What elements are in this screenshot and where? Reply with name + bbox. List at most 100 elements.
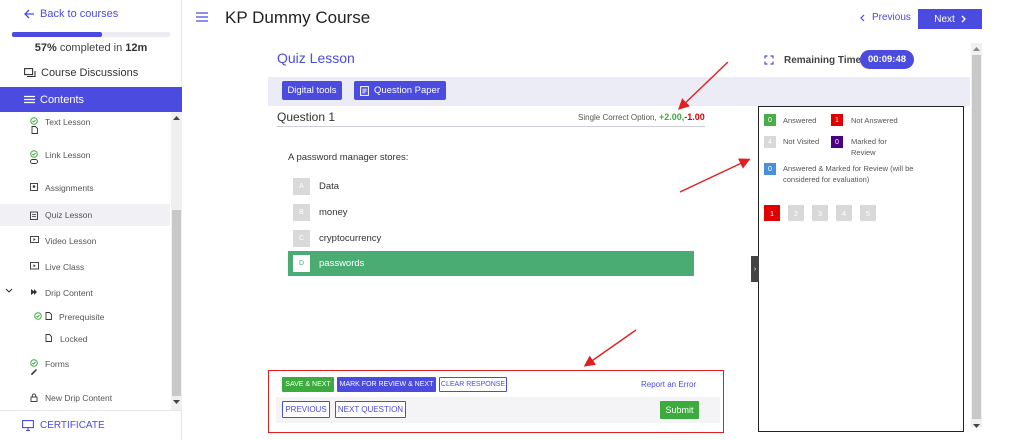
mark-review-next-button[interactable]: MARK FOR REVIEW & NEXT [337, 377, 436, 392]
check-icon [34, 312, 42, 320]
question-number[interactable]: 5 [860, 205, 876, 221]
scroll-up-icon[interactable] [973, 46, 980, 51]
legend-label: Not Answered [851, 115, 898, 125]
option-letter: A [293, 178, 310, 195]
lesson-label: Live Class [45, 262, 85, 272]
course-discussions-label: Course Discussions [41, 67, 139, 79]
legend-label: Marked for Review [851, 137, 887, 157]
quiz-icon [27, 211, 41, 220]
legend-label: Not Visited [783, 137, 820, 146]
lesson-item-locked[interactable]: Locked [0, 334, 170, 348]
previous-link[interactable]: Previous [860, 12, 911, 23]
option-c[interactable]: Ccryptocurrency [288, 226, 694, 251]
next-label: Next [934, 13, 955, 25]
lesson-item-drip-content[interactable]: Drip Content [0, 288, 170, 302]
question-paper-label: Question Paper [373, 85, 440, 96]
course-discussions-item[interactable]: Course Discussions [0, 60, 182, 86]
drip-icon [27, 288, 41, 296]
scroll-up-icon[interactable] [173, 115, 180, 120]
back-to-courses-link[interactable]: Back to courses [24, 8, 118, 20]
lesson-item-link[interactable]: Link Lesson [0, 150, 170, 174]
chevron-left-icon [860, 14, 865, 22]
negative-marks: -1.00 [684, 112, 705, 122]
lesson-label: Link Lesson [45, 150, 91, 160]
chevron-down-icon[interactable] [5, 288, 17, 294]
question-paper-button[interactable]: Question Paper [354, 81, 446, 100]
quiz-name: Quiz Lesson [277, 50, 355, 66]
next-question-button[interactable]: NEXT QUESTION [335, 401, 406, 418]
chevron-right-icon: › [753, 265, 757, 273]
fullscreen-icon[interactable] [764, 55, 774, 65]
lesson-label: New Drip Content [45, 393, 113, 403]
contents-label: Contents [40, 93, 85, 106]
certificate-item[interactable]: CERTIFICATE [0, 410, 182, 440]
report-error-link[interactable]: Report an Error [641, 380, 696, 389]
lesson-item-prerequisite[interactable]: Prerequisite [0, 312, 170, 326]
remaining-time-label: Remaining Time: [784, 55, 865, 66]
legend-count: 0 [831, 136, 843, 148]
option-d[interactable]: Dpasswords [288, 251, 694, 276]
question-number[interactable]: 2 [788, 205, 804, 221]
lock-icon [27, 393, 41, 402]
question-number[interactable]: 4 [836, 205, 852, 221]
option-text: cryptocurrency [319, 233, 382, 244]
divider [277, 126, 705, 127]
lesson-item-assignments[interactable]: Assignments [0, 183, 170, 197]
option-text: Data [319, 181, 340, 192]
lesson-item-video[interactable]: Video Lesson [0, 236, 170, 250]
course-title: KP Dummy Course [225, 8, 371, 27]
option-text: money [319, 207, 348, 218]
next-button[interactable]: Next [918, 9, 982, 29]
option-a[interactable]: A Data [288, 174, 694, 199]
remaining-time-badge: 00:09:48 [860, 50, 914, 69]
document-icon [45, 334, 52, 342]
lesson-item-forms[interactable]: Forms [0, 359, 170, 379]
live-class-icon [27, 262, 41, 270]
palette-toggle-button[interactable]: › [751, 256, 759, 282]
question-title: Question 1 [277, 110, 336, 124]
lesson-item-text[interactable]: Text Lesson [0, 117, 170, 141]
submit-button[interactable]: Submit [660, 401, 699, 419]
contents-item[interactable]: Contents [0, 87, 182, 112]
certificate-icon [22, 420, 34, 431]
hamburger-menu-icon[interactable] [196, 12, 208, 22]
scroll-down-icon[interactable] [973, 424, 980, 429]
question-number[interactable]: 3 [812, 205, 828, 221]
chevron-right-icon [961, 15, 966, 23]
question-marking: Single Correct Option, +2.00,-1.00 [578, 112, 705, 122]
lesson-item-quiz[interactable]: Quiz Lesson [0, 204, 170, 226]
lesson-label: Text Lesson [45, 117, 91, 127]
legend-answered: 0 Answered [764, 114, 816, 126]
save-next-button[interactable]: SAVE & NEXT [282, 377, 334, 392]
legend-count: 0 [764, 114, 776, 126]
legend-answered-marked: 0 Answered & Marked for Review (will be … [764, 163, 914, 185]
question-number[interactable]: 1 [764, 205, 780, 221]
question-palette: 0 Answered 1 Not Answered 4 Not Visited … [758, 106, 964, 432]
lesson-item-new-drip[interactable]: New Drip Content [0, 393, 170, 405]
document-icon [360, 85, 369, 96]
scroll-down-icon[interactable] [173, 400, 180, 405]
lesson-label: Quiz Lesson [45, 210, 93, 220]
discussion-icon [24, 67, 36, 79]
legend-count: 4 [764, 136, 776, 148]
lesson-label: Video Lesson [45, 236, 97, 246]
lesson-item-live-class[interactable]: Live Class [0, 262, 170, 276]
check-icon [27, 150, 41, 164]
progress-rest: completed in [59, 42, 123, 54]
legend-not-answered: 1 Not Answered [831, 114, 898, 126]
main-scroll-thumb[interactable] [972, 55, 981, 419]
sidebar-scroll-thumb[interactable] [172, 210, 181, 396]
list-icon [24, 95, 35, 104]
question-type: Single Correct Option, [578, 113, 657, 122]
option-letter: C [293, 230, 310, 247]
previous-question-button[interactable]: PREVIOUS [282, 401, 330, 418]
option-b[interactable]: Bmoney [288, 200, 694, 225]
digital-tools-button[interactable]: Digital tools [282, 81, 342, 100]
option-text: passwords [319, 258, 365, 269]
clear-response-button[interactable]: CLEAR RESPONSE [439, 377, 507, 392]
annotation-arrow [583, 329, 637, 367]
progress-fill [12, 32, 103, 37]
progress-text: 57% completed in 12m [0, 42, 182, 54]
lesson-label: Forms [45, 359, 70, 369]
lesson-label: Drip Content [45, 288, 93, 298]
